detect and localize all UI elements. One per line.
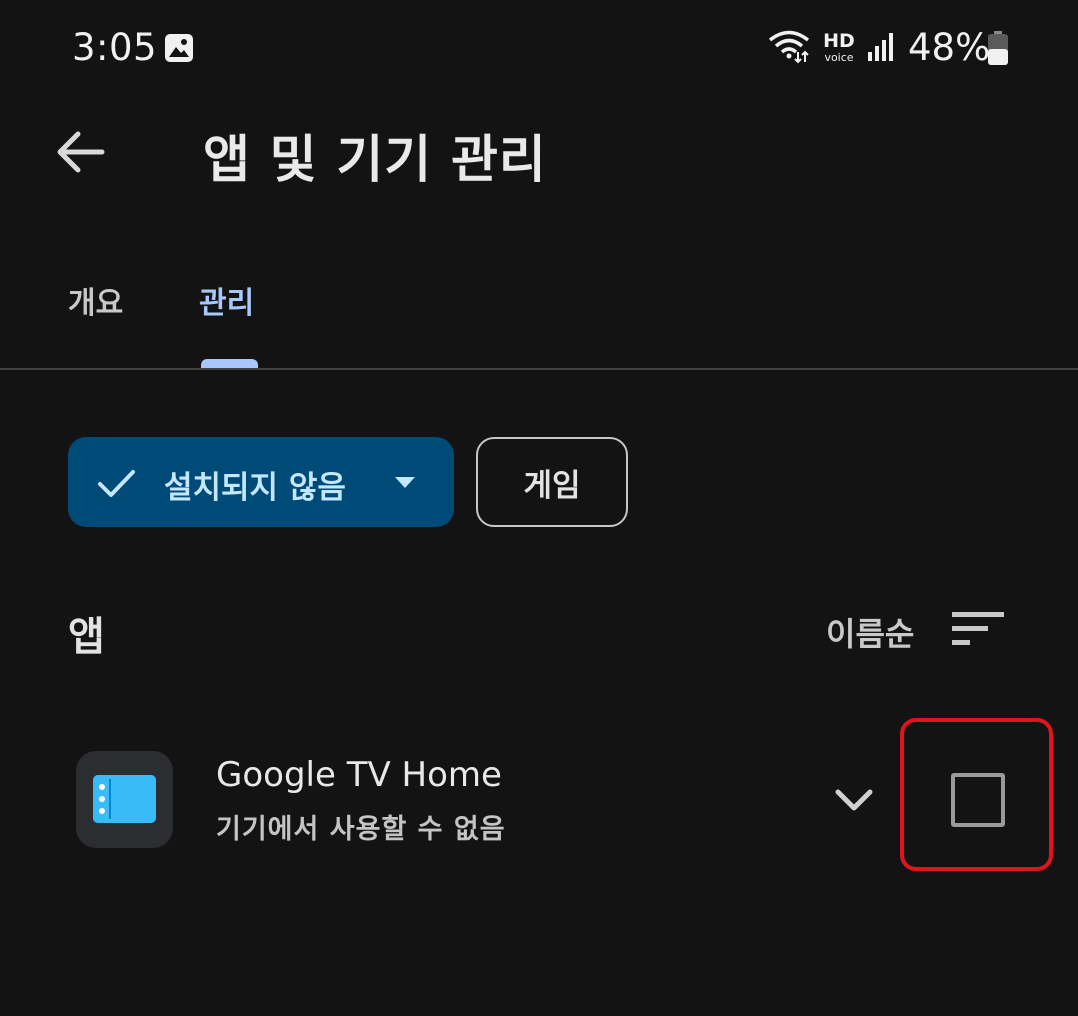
app-icon [76, 751, 173, 848]
wifi-icon [768, 30, 810, 64]
battery-icon [988, 31, 1008, 65]
filter-chip-games[interactable]: 게임 [476, 437, 628, 527]
tab-manage[interactable]: 관리 [199, 278, 254, 322]
sort-button-label[interactable]: 이름순 [826, 609, 914, 655]
app-name[interactable]: Google TV Home [216, 755, 502, 795]
google-tv-home-icon [93, 775, 156, 823]
gallery-icon [165, 34, 193, 62]
section-title: 앱 [68, 614, 105, 660]
status-time: 3:05 [72, 26, 158, 69]
sort-icon[interactable] [950, 608, 1006, 648]
filter-chip-not-installed[interactable]: 설치되지 않음 [68, 437, 454, 527]
back-button[interactable] [50, 122, 110, 182]
tab-overview[interactable]: 개요 [68, 278, 123, 322]
signal-icon [868, 33, 893, 61]
check-icon [98, 470, 135, 497]
highlight-box [900, 718, 1053, 871]
hd-label: HD [823, 30, 855, 52]
caret-down-icon [395, 477, 415, 488]
page-title: 앱 및 기기 관리 [203, 131, 547, 190]
filter-chip-label: 설치되지 않음 [164, 470, 346, 506]
tab-divider [0, 368, 1078, 370]
battery-percent: 48% [908, 26, 991, 69]
filter-chip-games-label: 게임 [523, 467, 581, 504]
hd-voice-indicator: HD voice [820, 30, 858, 64]
chevron-down-icon[interactable] [832, 778, 876, 822]
voice-label: voice [824, 51, 854, 64]
app-status: 기기에서 사용할 수 없음 [216, 814, 506, 845]
